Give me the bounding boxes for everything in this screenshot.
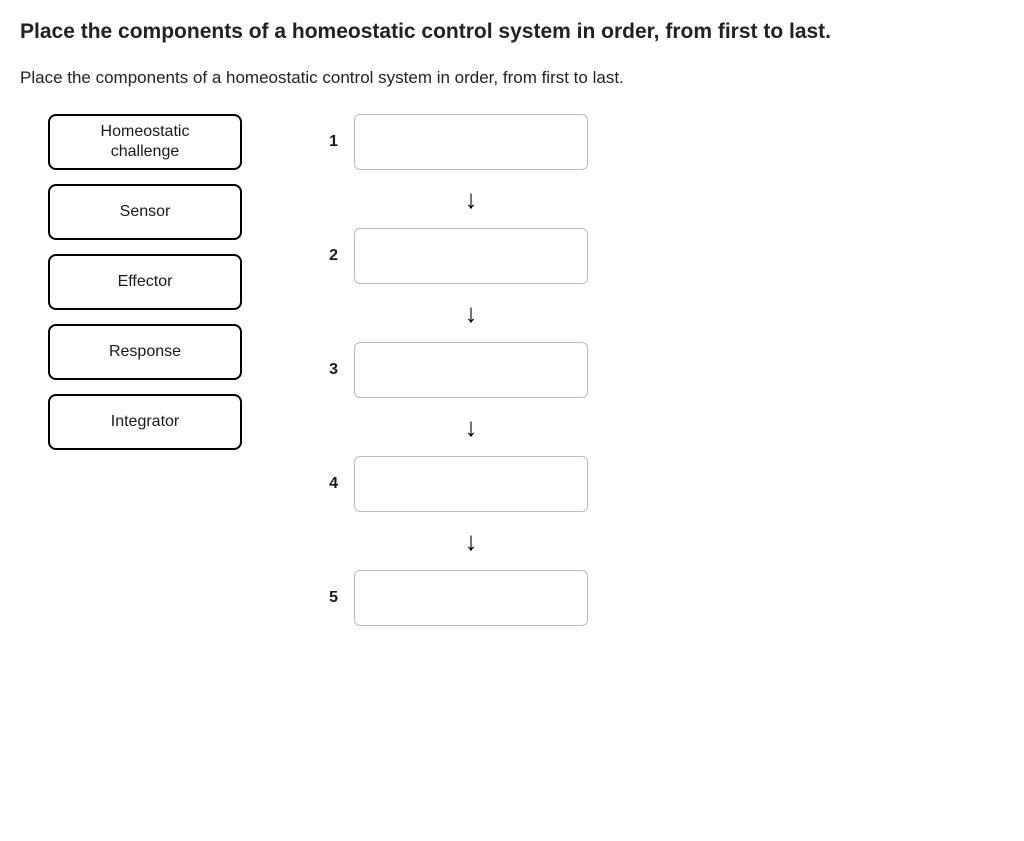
question-title: Place the components of a homeostatic co… (20, 20, 1004, 44)
slot-row: 3 (322, 342, 588, 398)
drop-slot-3[interactable] (354, 342, 588, 398)
arrow-down-icon: ↓ (465, 300, 478, 326)
question-subtitle: Place the components of a homeostatic co… (20, 68, 1004, 88)
drag-item-effector[interactable]: Effector (48, 254, 242, 310)
arrow-down-icon: ↓ (465, 528, 478, 554)
arrow-down-icon: ↓ (465, 186, 478, 212)
arrow-down-icon: ↓ (465, 414, 478, 440)
slot-row: 4 (322, 456, 588, 512)
slot-number: 2 (322, 247, 338, 265)
drag-item-integrator[interactable]: Integrator (48, 394, 242, 450)
drop-slots-column: 1 ↓ 2 ↓ 3 ↓ 4 ↓ 5 (322, 114, 588, 626)
slot-number: 1 (322, 133, 338, 151)
slot-row: 2 (322, 228, 588, 284)
slot-number: 4 (322, 475, 338, 493)
drag-item-response[interactable]: Response (48, 324, 242, 380)
slot-number: 3 (322, 361, 338, 379)
draggable-items-column: Homeostaticchallenge Sensor Effector Res… (20, 114, 242, 626)
question-content: Homeostaticchallenge Sensor Effector Res… (20, 114, 1004, 626)
slot-row: 5 (322, 570, 588, 626)
drag-item-sensor[interactable]: Sensor (48, 184, 242, 240)
drop-slot-4[interactable] (354, 456, 588, 512)
drag-item-homeostatic-challenge[interactable]: Homeostaticchallenge (48, 114, 242, 170)
drop-slot-5[interactable] (354, 570, 588, 626)
drop-slot-2[interactable] (354, 228, 588, 284)
slot-row: 1 (322, 114, 588, 170)
drop-slot-1[interactable] (354, 114, 588, 170)
slot-number: 5 (322, 589, 338, 607)
